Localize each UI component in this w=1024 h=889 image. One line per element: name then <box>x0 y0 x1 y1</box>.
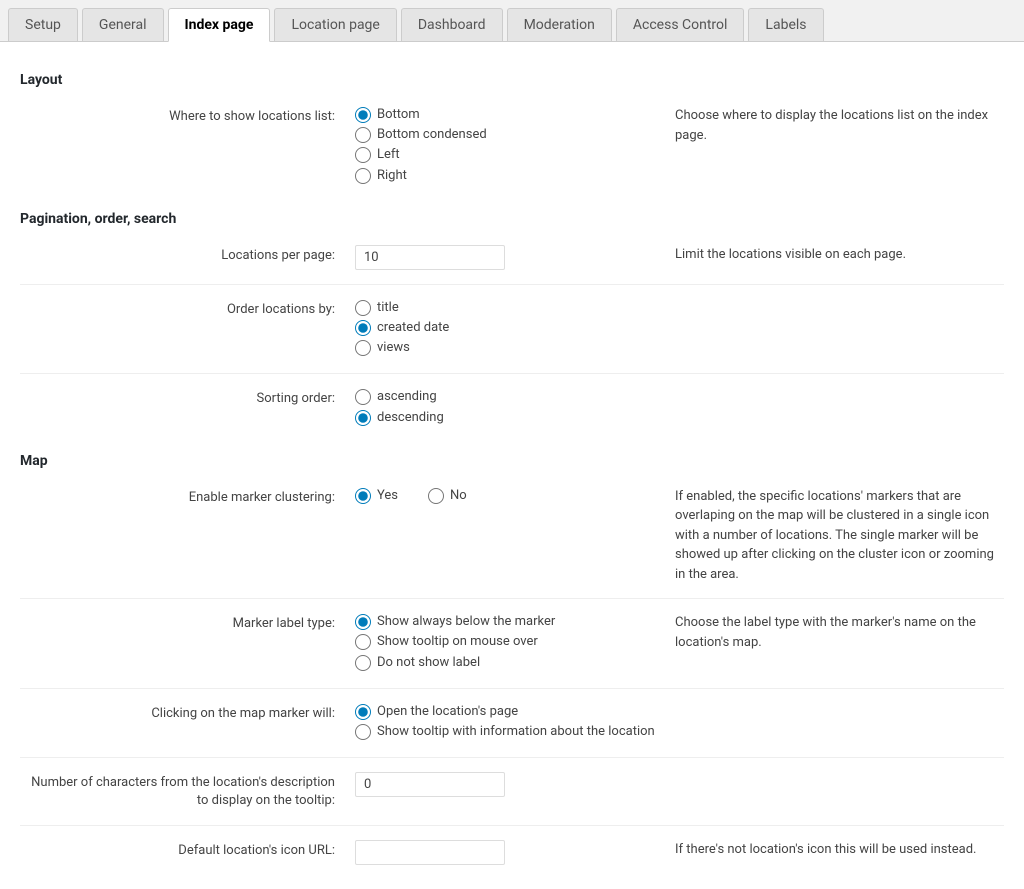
radio-input-where-left[interactable] <box>355 147 371 163</box>
radio-where-bottom-condensed[interactable]: Bottom condensed <box>355 126 655 144</box>
label-icon-url: Default location's icon URL: <box>20 840 355 860</box>
section-title-pagination: Pagination, order, search <box>20 211 1004 227</box>
control-clustering: Yes No <box>355 487 675 505</box>
label-order-by: Order locations by: <box>20 299 355 319</box>
label-marker-label-type: Marker label type: <box>20 613 355 633</box>
tab-access-control[interactable]: Access Control <box>616 8 745 41</box>
section-title-map: Map <box>20 453 1004 469</box>
control-per-page <box>355 245 675 270</box>
tab-general[interactable]: General <box>82 8 164 41</box>
radio-label-click-open: Open the location's page <box>377 703 518 721</box>
radio-label-sort-asc: ascending <box>377 388 437 406</box>
settings-content: Layout Where to show locations list: Bot… <box>0 42 1024 889</box>
radio-label-none[interactable]: Do not show label <box>355 654 655 672</box>
radio-where-bottom[interactable]: Bottom <box>355 106 655 124</box>
radio-input-sort-asc[interactable] <box>355 389 371 405</box>
control-order-by: title created date views <box>355 299 675 360</box>
radio-label-where-right: Right <box>377 167 407 185</box>
control-label-type: Show always below the marker Show toolti… <box>355 613 675 674</box>
radio-label-tooltip-text: Show tooltip on mouse over <box>377 633 538 651</box>
radio-label-order-views: views <box>377 339 410 357</box>
input-per-page[interactable] <box>355 245 505 270</box>
radio-label-cluster-yes: Yes <box>377 487 398 505</box>
tabs-bar: Setup General Index page Location page D… <box>0 0 1024 42</box>
help-icon-url: If there's not location's icon this will… <box>675 840 995 860</box>
radio-sort-asc[interactable]: ascending <box>355 388 655 406</box>
radio-input-label-tooltip[interactable] <box>355 634 371 650</box>
radio-order-title[interactable]: title <box>355 299 655 317</box>
tab-labels[interactable]: Labels <box>748 8 823 41</box>
control-tooltip-chars <box>355 772 675 797</box>
row-per-page: Locations per page: Limit the locations … <box>20 231 1004 284</box>
radio-label-tooltip[interactable]: Show tooltip on mouse over <box>355 633 655 651</box>
control-icon-url <box>355 840 675 865</box>
radio-input-order-created[interactable] <box>355 320 371 336</box>
row-icon-url: Default location's icon URL: If there's … <box>20 825 1004 879</box>
radio-label-order-title: title <box>377 299 399 317</box>
label-click-action: Clicking on the map marker will: <box>20 703 355 723</box>
radio-input-sort-desc[interactable] <box>355 410 371 426</box>
row-sorting: Sorting order: ascending descending <box>20 373 1004 442</box>
radio-order-views[interactable]: views <box>355 339 655 357</box>
row-order-by: Order locations by: title created date v… <box>20 284 1004 374</box>
row-label-type: Marker label type: Show always below the… <box>20 598 1004 688</box>
label-tooltip-chars: Number of characters from the location's… <box>20 772 355 810</box>
row-clustering: Enable marker clustering: Yes No If enab… <box>20 473 1004 599</box>
radio-label-always[interactable]: Show always below the marker <box>355 613 655 631</box>
section-title-layout: Layout <box>20 72 1004 88</box>
tab-setup[interactable]: Setup <box>8 8 78 41</box>
radio-label-where-bottom: Bottom <box>377 106 420 124</box>
input-tooltip-chars[interactable] <box>355 772 505 797</box>
control-sorting: ascending descending <box>355 388 675 428</box>
radio-label-none-text: Do not show label <box>377 654 480 672</box>
help-where-show: Choose where to display the locations li… <box>675 106 995 145</box>
label-per-page: Locations per page: <box>20 245 355 265</box>
help-per-page: Limit the locations visible on each page… <box>675 245 995 265</box>
control-click-action: Open the location's page Show tooltip wi… <box>355 703 675 743</box>
label-where-show: Where to show locations list: <box>20 106 355 126</box>
radio-input-label-none[interactable] <box>355 655 371 671</box>
radio-label-where-bottom-condensed: Bottom condensed <box>377 126 487 144</box>
radio-sort-desc[interactable]: descending <box>355 409 655 427</box>
tab-index-page[interactable]: Index page <box>168 8 271 42</box>
radio-label-cluster-no: No <box>450 487 467 505</box>
radio-cluster-yes[interactable]: Yes <box>355 487 398 505</box>
radio-cluster-no[interactable]: No <box>428 487 467 505</box>
row-where-show: Where to show locations list: Bottom Bot… <box>20 92 1004 201</box>
help-clustering: If enabled, the specific locations' mark… <box>675 487 995 585</box>
radio-order-created[interactable]: created date <box>355 319 655 337</box>
tab-dashboard[interactable]: Dashboard <box>401 8 503 41</box>
radio-input-where-bottom-condensed[interactable] <box>355 127 371 143</box>
label-clustering: Enable marker clustering: <box>20 487 355 507</box>
radio-where-left[interactable]: Left <box>355 146 655 164</box>
control-where-show: Bottom Bottom condensed Left Right <box>355 106 675 187</box>
radio-label-click-tooltip: Show tooltip with information about the … <box>377 723 655 741</box>
radio-label-sort-desc: descending <box>377 409 444 427</box>
radio-input-where-bottom[interactable] <box>355 107 371 123</box>
radio-label-order-created: created date <box>377 319 449 337</box>
tab-moderation[interactable]: Moderation <box>507 8 612 41</box>
label-sorting: Sorting order: <box>20 388 355 408</box>
radio-input-cluster-yes[interactable] <box>355 488 371 504</box>
radio-click-tooltip[interactable]: Show tooltip with information about the … <box>355 723 655 741</box>
radio-label-always-text: Show always below the marker <box>377 613 555 631</box>
radio-where-right[interactable]: Right <box>355 167 655 185</box>
radio-label-where-left: Left <box>377 146 400 164</box>
radio-input-where-right[interactable] <box>355 168 371 184</box>
help-label-type: Choose the label type with the marker's … <box>675 613 995 652</box>
radio-click-open[interactable]: Open the location's page <box>355 703 655 721</box>
row-click-action: Clicking on the map marker will: Open th… <box>20 688 1004 757</box>
radio-input-click-tooltip[interactable] <box>355 724 371 740</box>
radio-input-click-open[interactable] <box>355 704 371 720</box>
row-tooltip-chars: Number of characters from the location's… <box>20 757 1004 824</box>
radio-input-order-title[interactable] <box>355 300 371 316</box>
radio-input-cluster-no[interactable] <box>428 488 444 504</box>
input-icon-url[interactable] <box>355 840 505 865</box>
radio-input-label-always[interactable] <box>355 614 371 630</box>
tab-location-page[interactable]: Location page <box>274 8 396 41</box>
radio-input-order-views[interactable] <box>355 340 371 356</box>
